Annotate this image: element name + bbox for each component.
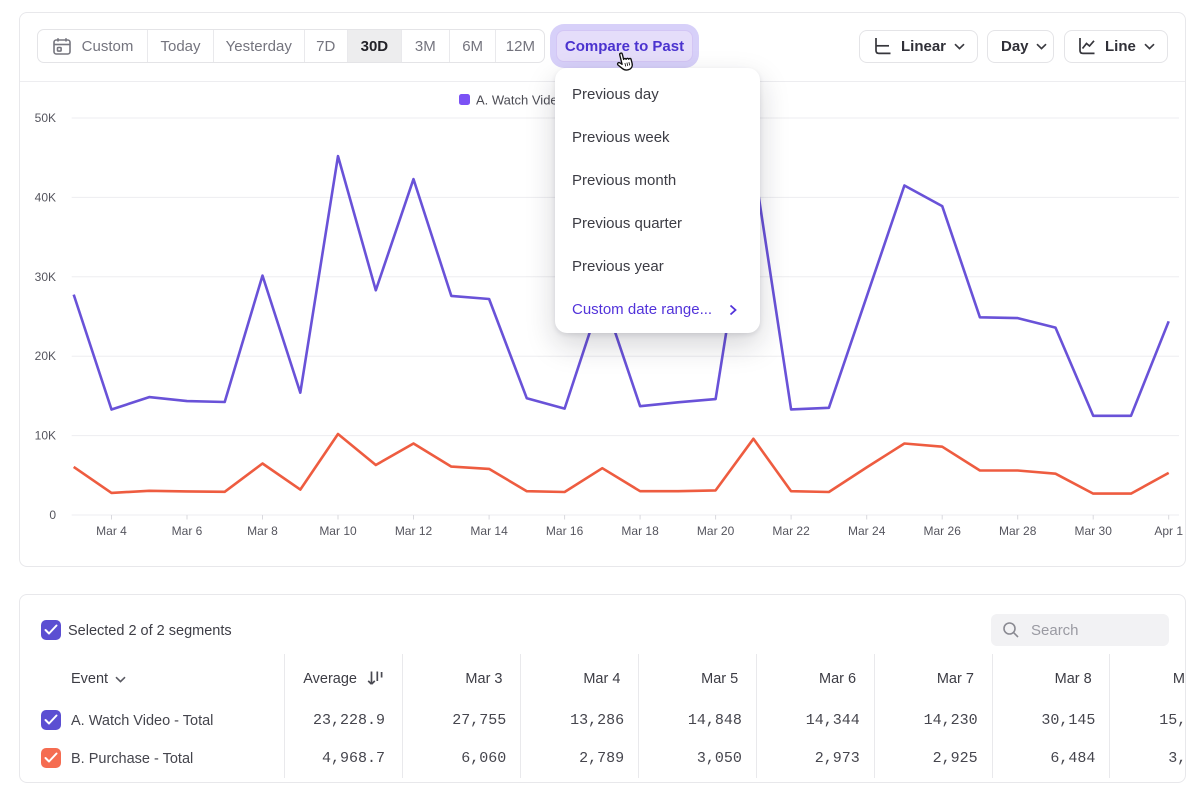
svg-text:Mar 22: Mar 22 [772, 524, 810, 538]
svg-text:Mar 24: Mar 24 [848, 524, 886, 538]
svg-text:Mar 26: Mar 26 [924, 524, 962, 538]
svg-text:Mar 14: Mar 14 [470, 524, 508, 538]
svg-text:0: 0 [49, 508, 56, 522]
svg-text:Apr 1: Apr 1 [1154, 524, 1183, 538]
svg-text:Mar 4: Mar 4 [96, 524, 127, 538]
svg-text:20K: 20K [35, 349, 56, 363]
svg-text:10K: 10K [35, 429, 56, 443]
svg-text:Mar 30: Mar 30 [1075, 524, 1113, 538]
svg-text:Mar 8: Mar 8 [247, 524, 278, 538]
svg-text:Mar 16: Mar 16 [546, 524, 584, 538]
svg-text:Mar 10: Mar 10 [319, 524, 357, 538]
svg-text:40K: 40K [35, 190, 56, 204]
svg-text:Mar 12: Mar 12 [395, 524, 433, 538]
svg-text:Mar 28: Mar 28 [999, 524, 1037, 538]
svg-text:30K: 30K [35, 270, 56, 284]
svg-text:50K: 50K [35, 111, 56, 125]
svg-text:Mar 6: Mar 6 [172, 524, 203, 538]
svg-text:Mar 20: Mar 20 [697, 524, 735, 538]
svg-text:Mar 18: Mar 18 [621, 524, 659, 538]
